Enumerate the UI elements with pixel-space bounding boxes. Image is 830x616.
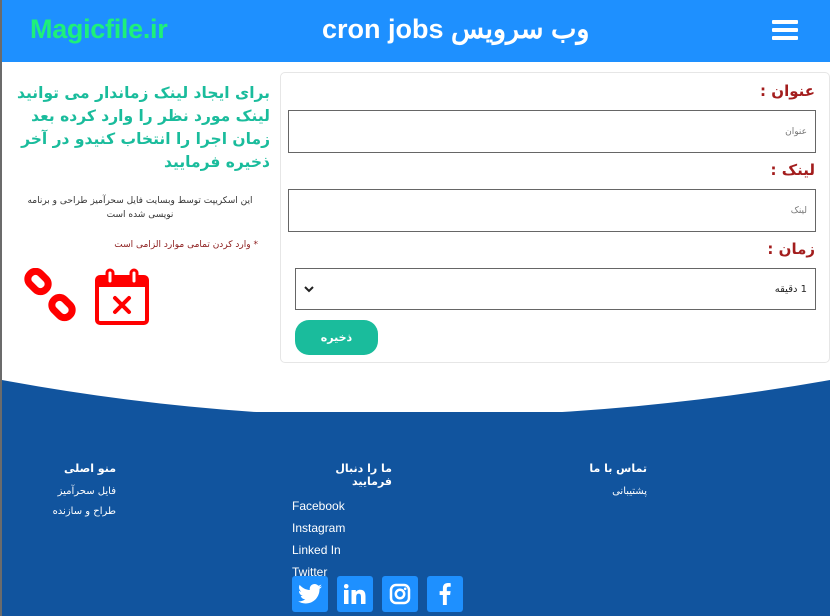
footer: منو اصلی فایل سحرآمیز طراح و سازنده ما ر…	[2, 412, 830, 616]
link-label: لینک :	[770, 161, 815, 179]
title-input[interactable]	[288, 110, 816, 153]
broken-link-icon	[24, 268, 76, 322]
social-icons	[292, 576, 463, 612]
footer-follow-heading: ما را دنبال فرمایید	[335, 462, 392, 488]
hamburger-menu-icon[interactable]	[772, 20, 798, 42]
footer-follow-us: ما را دنبال فرمایید Facebook Instagram L…	[292, 462, 392, 587]
top-navbar: Magicfile.ir وب سرویس cron jobs	[2, 0, 830, 62]
instagram-button[interactable]	[382, 576, 418, 612]
brand-logo[interactable]: Magicfile.ir	[30, 14, 168, 45]
info-icons	[24, 268, 150, 326]
twitter-button[interactable]	[292, 576, 328, 612]
time-select[interactable]: 1 دقیقه	[295, 268, 816, 310]
linkedin-icon	[344, 584, 366, 604]
cron-job-form: عنوان : لینک : زمان : 1 دقیقه ذخیره	[280, 72, 830, 363]
save-button[interactable]: ذخیره	[295, 320, 378, 355]
facebook-button[interactable]	[427, 576, 463, 612]
info-heading: برای ایجاد لینک زماندار می توانید لینک م…	[17, 84, 270, 171]
title-label: عنوان :	[760, 82, 815, 100]
time-label: زمان :	[767, 240, 815, 258]
linkedin-button[interactable]	[337, 576, 373, 612]
footer-main-menu-heading: منو اصلی	[63, 462, 116, 475]
footer-link-instagram[interactable]: Instagram	[292, 521, 392, 535]
facebook-icon	[439, 583, 451, 605]
footer-link-support[interactable]: پشتیبانی	[567, 486, 647, 497]
footer-contact-heading: تماس با ما	[589, 462, 647, 475]
footer-wave	[2, 380, 830, 417]
footer-contact: تماس با ما پشتیبانی	[567, 462, 647, 506]
instagram-icon	[389, 583, 411, 605]
info-panel: برای ایجاد لینک زماندار می توانید لینک م…	[10, 82, 270, 250]
time-select-value: 1 دقیقه	[774, 283, 807, 295]
chevron-down-icon	[304, 285, 314, 292]
info-note: این اسکریپت توسط وبسایت فایل سحرآمیز طرا…	[27, 196, 253, 220]
footer-link-linkedin[interactable]: Linked In	[292, 543, 392, 557]
footer-main-menu: منو اصلی فایل سحرآمیز طراح و سازنده	[16, 462, 116, 526]
calendar-cancel-icon	[95, 268, 149, 325]
link-input[interactable]	[288, 189, 816, 232]
footer-link-facebook[interactable]: Facebook	[292, 499, 392, 513]
footer-link-designer[interactable]: طراح و سازنده	[16, 506, 116, 517]
required-notice: * وارد کردن تمامی موارد الزامی است	[114, 240, 258, 250]
twitter-icon	[298, 584, 322, 604]
page-title: وب سرویس cron jobs	[322, 14, 590, 44]
footer-link-magicfile[interactable]: فایل سحرآمیز	[16, 486, 116, 497]
